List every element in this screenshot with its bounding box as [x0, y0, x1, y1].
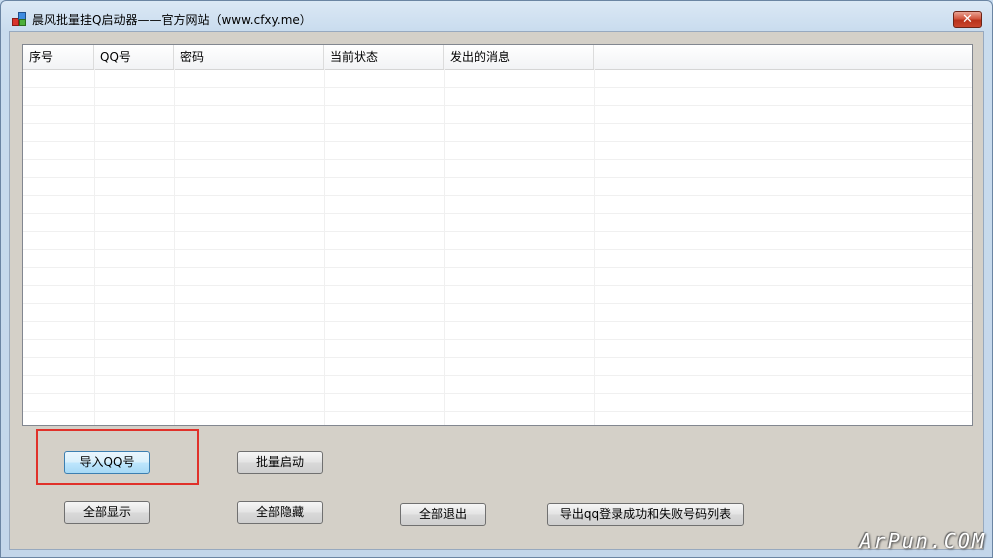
grid-row-line — [23, 393, 972, 394]
highlight-annotation — [36, 429, 199, 485]
list-header: 序号 QQ号 密码 当前状态 发出的消息 — [23, 45, 972, 70]
grid-row-line — [23, 249, 972, 250]
app-icon — [12, 12, 26, 26]
app-window: 晨风批量挂Q启动器——官方网站（www.cfxy.me） ✕ 序号 QQ号 密码… — [0, 0, 993, 558]
grid-row-line — [23, 411, 972, 412]
grid-row-line — [23, 339, 972, 340]
hide-all-button[interactable]: 全部隐藏 — [237, 501, 323, 524]
grid-row-line — [23, 123, 972, 124]
export-list-button[interactable]: 导出qq登录成功和失败号码列表 — [547, 503, 744, 526]
close-button[interactable]: ✕ — [953, 11, 982, 28]
batch-start-button[interactable]: 批量启动 — [237, 451, 323, 474]
grid-row-line — [23, 195, 972, 196]
watermark: ArPun.COM — [859, 529, 986, 553]
grid-row-line — [23, 159, 972, 160]
exit-all-button[interactable]: 全部退出 — [400, 503, 486, 526]
window-title: 晨风批量挂Q启动器——官方网站（www.cfxy.me） — [32, 13, 312, 27]
grid-row-line — [23, 177, 972, 178]
grid-row-line — [23, 87, 972, 88]
column-header-index[interactable]: 序号 — [23, 45, 94, 69]
column-header-status[interactable]: 当前状态 — [324, 45, 444, 69]
column-header-password[interactable]: 密码 — [174, 45, 324, 69]
grid-row-line — [23, 357, 972, 358]
show-all-button[interactable]: 全部显示 — [64, 501, 150, 524]
grid-row-line — [23, 375, 972, 376]
grid-row-line — [23, 231, 972, 232]
qq-list-view[interactable]: 序号 QQ号 密码 当前状态 发出的消息 — [22, 44, 973, 426]
column-header-message[interactable]: 发出的消息 — [444, 45, 594, 69]
title-bar[interactable]: 晨风批量挂Q启动器——官方网站（www.cfxy.me） ✕ — [1, 1, 992, 31]
grid-row-line — [23, 213, 972, 214]
grid-row-line — [23, 285, 972, 286]
grid-row-line — [23, 105, 972, 106]
grid-row-line — [23, 321, 972, 322]
column-header-qq[interactable]: QQ号 — [94, 45, 174, 69]
grid-row-line — [23, 141, 972, 142]
grid-row-line — [23, 267, 972, 268]
grid-row-line — [23, 303, 972, 304]
